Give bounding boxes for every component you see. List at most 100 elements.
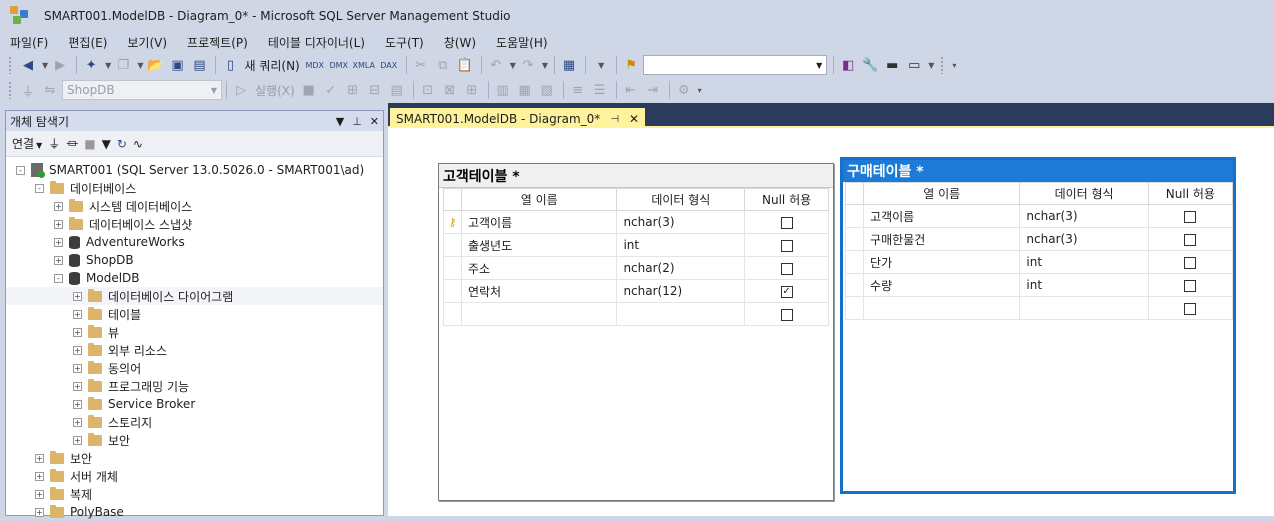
column-name-cell[interactable]: 주소 bbox=[460, 256, 618, 280]
intellisense-icon[interactable]: ▤ bbox=[387, 80, 407, 100]
toolbox-icon[interactable]: ▬ bbox=[882, 55, 902, 75]
allow-null-cell[interactable] bbox=[1147, 273, 1234, 297]
tree-node[interactable]: + 보안 bbox=[6, 449, 383, 467]
results-grid-icon[interactable]: ▦ bbox=[515, 80, 535, 100]
increase-indent-icon[interactable]: ⇥ bbox=[643, 80, 663, 100]
comment-icon[interactable]: ≡ bbox=[568, 80, 588, 100]
tree-node[interactable]: + 뷰 bbox=[6, 323, 383, 341]
menu-file[interactable]: 파일(F) bbox=[4, 34, 54, 51]
table-row[interactable]: 고객이름 nchar(3) bbox=[844, 204, 1234, 228]
new-project-icon[interactable]: ✦ bbox=[81, 55, 101, 75]
menu-project[interactable]: 프로젝트(P) bbox=[181, 34, 254, 51]
allow-null-checkbox[interactable] bbox=[1184, 210, 1197, 223]
new-query-icon[interactable]: ▯ bbox=[220, 55, 240, 75]
grid-column-header[interactable]: 열 이름 bbox=[863, 182, 1021, 205]
column-name-cell[interactable]: 고객이름 bbox=[863, 204, 1021, 228]
allow-null-checkbox[interactable]: ✓ bbox=[780, 285, 793, 298]
tree-node[interactable]: + 복제 bbox=[6, 485, 383, 503]
diagram-canvas[interactable]: 고객테이블 * 열 이름 데이터 형식 Null 허용 ⚷ 고객이름 nchar(3) 출생… bbox=[388, 128, 1274, 516]
decrease-indent-icon[interactable]: ⇤ bbox=[621, 80, 641, 100]
allow-null-cell[interactable] bbox=[1147, 204, 1234, 228]
table-row[interactable]: 수량 int bbox=[844, 273, 1234, 297]
chevron-down-icon[interactable]: ▼ bbox=[105, 61, 111, 70]
pin-icon[interactable]: ⊣ bbox=[610, 114, 619, 125]
data-type-cell[interactable]: nchar(3) bbox=[1019, 227, 1149, 251]
data-type-cell[interactable]: int bbox=[616, 233, 746, 257]
allow-null-checkbox[interactable] bbox=[780, 308, 793, 321]
data-type-cell[interactable] bbox=[616, 302, 746, 326]
row-selector[interactable] bbox=[443, 279, 462, 303]
collapse-icon[interactable]: - bbox=[35, 183, 44, 193]
expand-icon[interactable]: + bbox=[73, 435, 82, 445]
data-type-cell[interactable] bbox=[1019, 296, 1149, 320]
expand-icon[interactable]: + bbox=[54, 219, 63, 229]
allow-null-checkbox[interactable] bbox=[780, 239, 793, 252]
client-stats-icon[interactable]: ⊞ bbox=[462, 80, 482, 100]
allow-null-checkbox[interactable] bbox=[1184, 279, 1197, 292]
results-file-icon[interactable]: ▧ bbox=[537, 80, 557, 100]
activity-icon[interactable]: ∿ bbox=[133, 137, 143, 151]
tree-node[interactable]: + 테이블 bbox=[6, 305, 383, 323]
xmla-query-icon[interactable]: XMLA bbox=[352, 55, 376, 75]
tree-node[interactable]: + 외부 리소스 bbox=[6, 341, 383, 359]
chevron-down-icon[interactable]: ▼ bbox=[211, 86, 217, 95]
undo-icon[interactable]: ↶ bbox=[486, 55, 506, 75]
change-connection-icon[interactable]: ⇋ bbox=[40, 80, 60, 100]
allow-null-cell[interactable] bbox=[744, 210, 829, 234]
solution-explorer-icon[interactable]: ◧ bbox=[838, 55, 858, 75]
allow-null-checkbox[interactable] bbox=[1184, 256, 1197, 269]
table-row[interactable]: 주소 nchar(2) bbox=[443, 256, 829, 280]
chevron-down-icon[interactable]: ▼ bbox=[928, 61, 934, 70]
expand-icon[interactable]: + bbox=[73, 399, 82, 409]
table-row[interactable]: 연락처 nchar(12) ✓ bbox=[443, 279, 829, 303]
column-name-cell[interactable]: 구매한물건 bbox=[863, 227, 1021, 251]
available-databases-combo[interactable]: ShopDB ▼ bbox=[62, 80, 222, 100]
filter-icon[interactable]: ▼ bbox=[102, 137, 111, 151]
data-type-cell[interactable]: nchar(3) bbox=[616, 210, 746, 234]
collapse-icon[interactable]: - bbox=[16, 165, 25, 175]
expand-icon[interactable]: + bbox=[35, 507, 44, 517]
expand-icon[interactable]: + bbox=[73, 291, 82, 301]
toolbar-grip[interactable] bbox=[940, 56, 945, 74]
back-icon[interactable]: ◀ bbox=[18, 55, 38, 75]
stop-icon[interactable]: ■ bbox=[84, 137, 95, 151]
expand-icon[interactable]: + bbox=[35, 453, 44, 463]
menu-table-designer[interactable]: 테이블 디자이너(L) bbox=[262, 34, 371, 51]
tree-node[interactable]: - 데이터베이스 bbox=[6, 179, 383, 197]
save-all-icon[interactable]: ▤ bbox=[189, 55, 209, 75]
tree-node[interactable]: + AdventureWorks bbox=[6, 233, 383, 251]
table-title[interactable]: 구매테이블 * bbox=[843, 160, 1233, 182]
allow-null-checkbox[interactable] bbox=[780, 216, 793, 229]
grid-column-header[interactable]: 열 이름 bbox=[460, 188, 618, 211]
chevron-down-icon[interactable]: ▼ bbox=[36, 141, 42, 150]
toolbar-grip[interactable] bbox=[8, 56, 12, 74]
expand-icon[interactable]: + bbox=[54, 201, 63, 211]
tree-node[interactable]: + ShopDB bbox=[6, 251, 383, 269]
tree-node[interactable]: + 데이터베이스 다이어그램 bbox=[6, 287, 383, 305]
results-text-icon[interactable]: ▥ bbox=[493, 80, 513, 100]
column-name-cell[interactable]: 연락처 bbox=[460, 279, 618, 303]
chevron-down-icon[interactable]: ▼ bbox=[816, 61, 822, 70]
data-type-cell[interactable]: nchar(2) bbox=[616, 256, 746, 280]
expand-icon[interactable]: + bbox=[73, 363, 82, 373]
table-row[interactable]: 단가 int bbox=[844, 250, 1234, 274]
expand-icon[interactable]: + bbox=[73, 381, 82, 391]
parse-icon[interactable]: ✓ bbox=[321, 80, 341, 100]
activity-monitor-icon[interactable]: ▦ bbox=[559, 55, 579, 75]
connect-plug-icon[interactable]: ⏚ bbox=[48, 135, 60, 152]
row-selector[interactable] bbox=[844, 273, 865, 297]
tree-node[interactable]: + 서버 개체 bbox=[6, 467, 383, 485]
save-icon[interactable]: ▣ bbox=[167, 55, 187, 75]
execute-button[interactable]: 실행(X) bbox=[253, 80, 297, 100]
grid-column-header[interactable]: Null 허용 bbox=[1147, 182, 1234, 205]
tree-node[interactable]: + PolyBase bbox=[6, 503, 383, 521]
table-row[interactable] bbox=[844, 296, 1234, 320]
mdx-query-icon[interactable]: MDX bbox=[304, 55, 326, 75]
menu-view[interactable]: 보기(V) bbox=[121, 34, 173, 51]
pin-icon[interactable]: ⊥ bbox=[352, 115, 362, 128]
estimated-plan-icon[interactable]: ⊞ bbox=[343, 80, 363, 100]
table-row[interactable]: ⚷ 고객이름 nchar(3) bbox=[443, 210, 829, 234]
find-in-files-icon[interactable]: ⚑ bbox=[621, 55, 641, 75]
copy-icon[interactable]: ⧉ bbox=[433, 55, 453, 75]
allow-null-checkbox[interactable] bbox=[780, 262, 793, 275]
